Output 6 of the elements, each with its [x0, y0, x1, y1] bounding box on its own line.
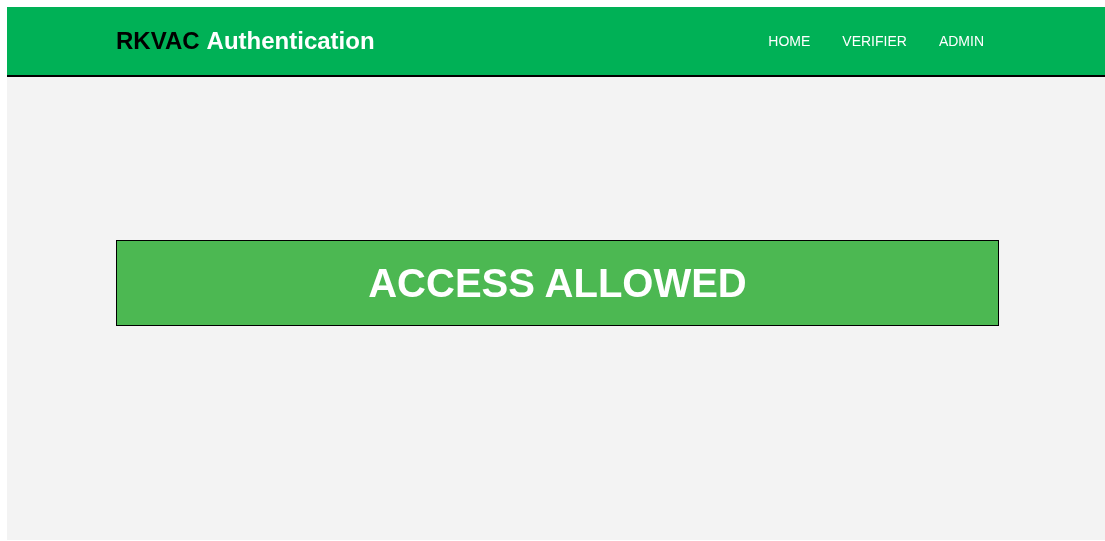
nav-link[interactable]: ADMIN — [938, 30, 984, 52]
nav-link[interactable]: HOME — [768, 30, 811, 52]
brand-title: RKVAC — [116, 26, 200, 56]
brand-subtitle: Authentication — [206, 26, 375, 56]
access-banner: ACCESS ALLOWED — [116, 240, 999, 326]
nav-link[interactable]: VERIFIER — [842, 30, 907, 52]
